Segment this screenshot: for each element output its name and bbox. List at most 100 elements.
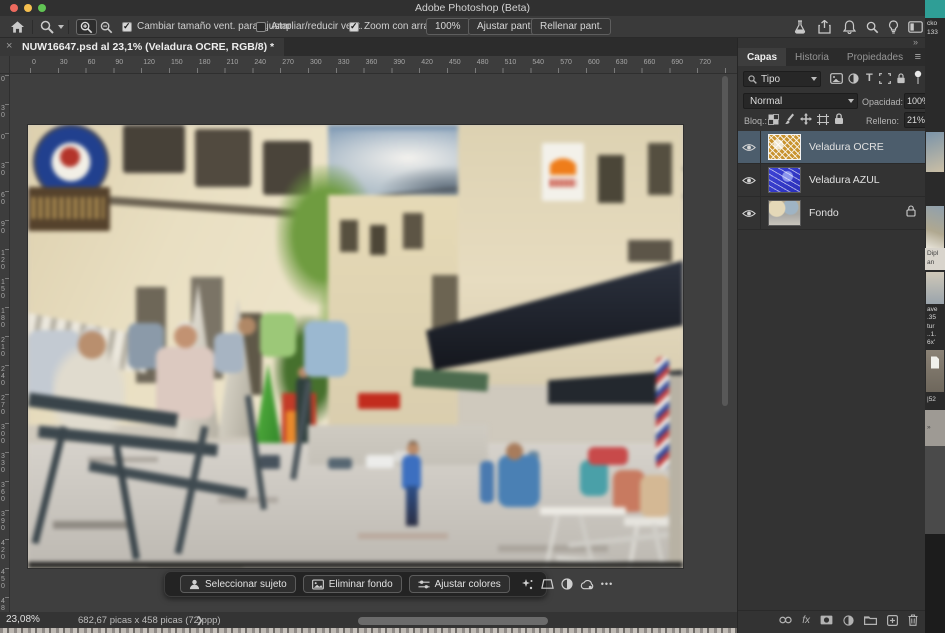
tab-historia[interactable]: Historia — [786, 48, 838, 66]
filter-shape-layers-icon[interactable] — [879, 73, 891, 84]
fill-screen-button[interactable]: Rellenar pant. — [531, 18, 611, 35]
blend-mode-dropdown[interactable]: Normal — [743, 93, 858, 109]
bg-thumbnail — [926, 350, 944, 392]
bg-text-fragment: Dipl — [927, 250, 938, 257]
filter-smart-objects-icon[interactable] — [896, 73, 906, 84]
photoshop-window: Adobe Photoshop (Beta) Cambiar tamaño ve… — [0, 0, 945, 633]
bell-icon[interactable] — [843, 19, 856, 35]
layer-lock-icon — [906, 204, 916, 222]
fill-value: 21% — [907, 115, 925, 125]
zoom-in-button[interactable] — [76, 19, 97, 35]
zoom-level-field[interactable]: 23,08% — [6, 614, 40, 625]
panel-tabs: Capas Historia Propiedades ≡ — [738, 48, 926, 66]
lock-all-icon[interactable] — [834, 113, 844, 125]
layer-thumbnail[interactable] — [768, 200, 801, 226]
home-icon[interactable] — [11, 19, 24, 35]
new-group-folder-icon[interactable] — [864, 615, 877, 625]
layer-name[interactable]: Fondo — [809, 207, 839, 219]
adjust-colors-button[interactable]: Ajustar colores — [409, 575, 510, 593]
fill-label: Relleno: — [866, 116, 899, 126]
remove-background-button[interactable]: Eliminar fondo — [303, 575, 402, 593]
zoom-out-button[interactable] — [100, 19, 113, 35]
panel-menu-icon[interactable]: ≡ — [915, 51, 920, 63]
layer-row-veladura-ocre[interactable]: Veladura OCRE — [738, 131, 926, 164]
generative-sparkle-icon[interactable] — [521, 578, 534, 591]
bg-text-fragment: 6x' — [927, 339, 935, 346]
filter-pixel-layers-icon[interactable] — [830, 73, 843, 84]
fill-field[interactable]: 21% — [904, 112, 925, 128]
layer-name[interactable]: Veladura OCRE — [809, 141, 884, 153]
filter-toggle-pin[interactable] — [914, 70, 922, 86]
lock-image-pixels-brush-icon[interactable] — [784, 113, 795, 125]
ruler-corner — [0, 56, 10, 74]
link-layers-icon[interactable] — [779, 616, 792, 624]
select-subject-button[interactable]: Seleccionar sujeto — [180, 575, 296, 593]
visibility-toggle[interactable] — [738, 197, 761, 230]
image-icon — [312, 579, 324, 590]
cloud-sync-icon[interactable] — [580, 579, 594, 590]
layers-panel: » Capas Historia Propiedades ≡ Tipo T — [737, 38, 925, 633]
bg-text-fragment: tur — [927, 323, 935, 330]
layer-thumbnail[interactable] — [768, 167, 801, 193]
transform-icon[interactable] — [541, 578, 554, 590]
canvas-pasteboard[interactable] — [10, 74, 737, 612]
horizontal-scrollbar[interactable] — [358, 617, 548, 625]
contextual-taskbar: Seleccionar sujeto Eliminar fondo Ajusta… — [164, 571, 547, 597]
bg-text-fragment: |52 — [927, 396, 936, 403]
adjustment-half-circle-icon[interactable] — [561, 578, 573, 590]
layer-thumbnail[interactable] — [768, 134, 801, 160]
visibility-toggle[interactable] — [738, 131, 761, 164]
layer-name[interactable]: Veladura AZUL — [809, 174, 880, 186]
remove-background-label: Eliminar fondo — [329, 579, 393, 590]
lock-transparent-pixels-icon[interactable] — [768, 114, 779, 125]
eye-icon — [742, 176, 756, 185]
resize-window-checkbox[interactable] — [122, 22, 132, 32]
layers-panel-footer: fx — [738, 610, 926, 629]
collapse-dock-icon[interactable]: » — [913, 37, 918, 47]
scrubby-zoom-checkbox[interactable] — [349, 22, 359, 32]
vertical-scrollbar[interactable] — [722, 76, 728, 406]
ruler-vertical[interactable]: 0300306090120150180210240270300330360390… — [0, 74, 10, 612]
eye-icon — [742, 143, 756, 152]
search-icon[interactable] — [866, 19, 879, 35]
adjustment-layer-icon[interactable] — [843, 615, 854, 626]
bg-text-fragment: cko — [927, 20, 937, 27]
tab-propiedades[interactable]: Propiedades — [838, 48, 912, 66]
layer-effects-icon[interactable]: fx — [802, 615, 810, 626]
chevron-down-icon — [848, 99, 854, 103]
bg-text-fragment: an — [927, 259, 934, 266]
filter-type-layers-icon[interactable]: T — [866, 72, 873, 84]
background-window-bottom-edge — [0, 628, 737, 633]
bg-text-fragment: ..1. — [927, 331, 936, 338]
zoom-all-windows-checkbox[interactable] — [256, 22, 266, 32]
lock-position-move-icon[interactable] — [800, 113, 812, 125]
zoom-tool-icon[interactable] — [40, 19, 64, 35]
filter-adjustment-layers-icon[interactable] — [848, 73, 859, 84]
status-chevron-icon[interactable]: ❯ — [196, 615, 204, 626]
page-icon — [930, 356, 940, 369]
select-subject-label: Seleccionar sujeto — [205, 579, 287, 590]
blend-mode-value: Normal — [750, 96, 782, 107]
close-tab-icon[interactable]: × — [6, 40, 12, 52]
layer-row-veladura-azul[interactable]: Veladura AZUL — [738, 164, 926, 197]
share-icon[interactable] — [818, 19, 831, 35]
visibility-toggle[interactable] — [738, 164, 761, 197]
layer-mask-icon[interactable] — [820, 615, 833, 625]
delete-layer-trash-icon[interactable] — [908, 614, 918, 626]
canvas-image[interactable] — [28, 125, 683, 568]
layer-filter-dropdown[interactable]: Tipo — [743, 71, 821, 87]
more-options-icon[interactable]: ••• — [601, 579, 613, 589]
tab-capas[interactable]: Capas — [738, 48, 786, 66]
bg-text-fragment: .35 — [927, 314, 936, 321]
ruler-horizontal[interactable]: 0306090120150180210240270300330360390420… — [0, 56, 737, 74]
beta-flask-icon[interactable] — [794, 19, 806, 35]
new-layer-icon[interactable] — [887, 615, 898, 626]
layer-row-fondo[interactable]: Fondo — [738, 197, 926, 230]
sliders-icon — [418, 579, 430, 590]
zoom-100-button[interactable]: 100% — [426, 18, 470, 35]
discover-lightbulb-icon[interactable] — [888, 19, 899, 35]
bg-text-fragment: ave — [927, 306, 937, 313]
document-tab[interactable]: × NUW16647.psd al 23,1% (Veladura OCRE, … — [0, 38, 284, 56]
lock-artboard-icon[interactable] — [817, 114, 829, 125]
opacity-field[interactable]: 100% — [904, 93, 925, 109]
